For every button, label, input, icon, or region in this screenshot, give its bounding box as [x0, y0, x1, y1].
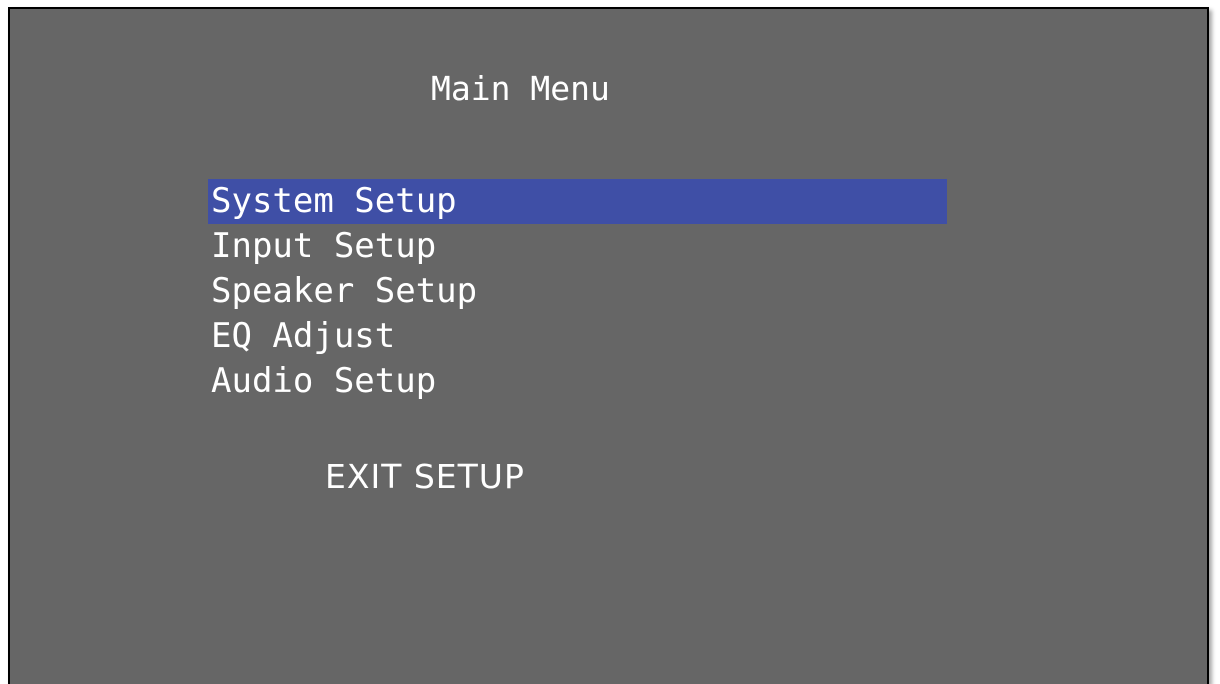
menu-item-audio-setup[interactable]: Audio Setup: [208, 359, 947, 404]
exit-setup-button[interactable]: EXIT SETUP: [325, 454, 525, 499]
main-menu-list: System Setup Input Setup Speaker Setup E…: [208, 179, 947, 404]
menu-item-system-setup[interactable]: System Setup: [208, 179, 947, 224]
osd-screen: Main Menu System Setup Input Setup Speak…: [8, 7, 1209, 684]
menu-item-input-setup[interactable]: Input Setup: [208, 224, 947, 269]
menu-title: Main Menu: [431, 69, 610, 108]
menu-item-speaker-setup[interactable]: Speaker Setup: [208, 269, 947, 314]
menu-item-eq-adjust[interactable]: EQ Adjust: [208, 314, 947, 359]
